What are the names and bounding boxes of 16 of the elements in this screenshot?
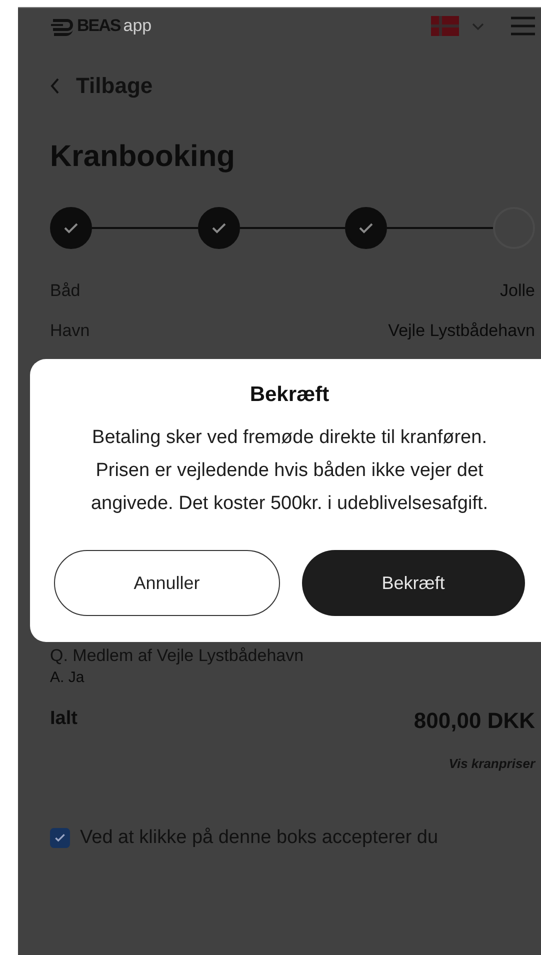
terms-checkbox[interactable] (50, 828, 70, 848)
chevron-left-icon (50, 78, 60, 94)
check-icon (53, 832, 67, 844)
check-icon (210, 221, 227, 235)
detail-value: Jolle (500, 281, 535, 301)
dialog-title: Bekræft (250, 383, 330, 407)
detail-value: Vejle Lystbådehavn (388, 321, 535, 341)
caret-icon[interactable] (471, 22, 485, 30)
logo-suffix: app (123, 16, 152, 36)
menu-icon[interactable] (511, 16, 535, 36)
check-icon (63, 221, 79, 235)
flag-icon[interactable] (431, 16, 459, 36)
cancel-button[interactable]: Annuller (54, 550, 280, 616)
check-icon (358, 221, 374, 235)
confirm-button[interactable]: Bekræft (302, 550, 525, 616)
dialog-message: Betaling sker ved fremøde direkte til kranføren. Prisen er vejledende hvis båden ikke vejer det angivede. Det koster 500kr. i udeblivelsesafgift. (90, 426, 490, 516)
